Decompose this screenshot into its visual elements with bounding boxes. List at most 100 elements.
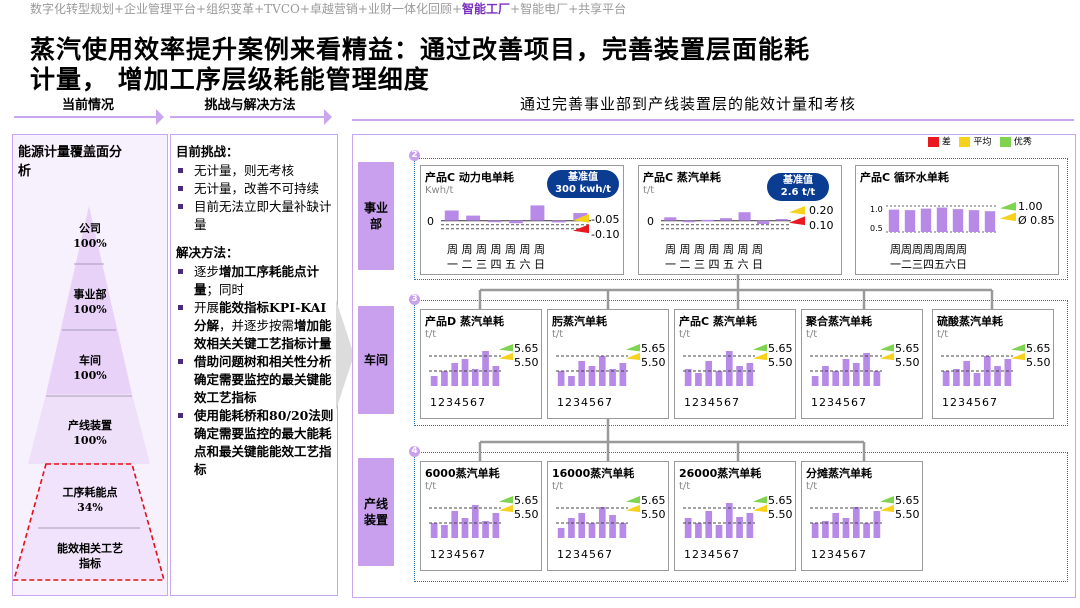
card-unit: t/t (806, 481, 818, 492)
level-name: 工序耗能点 (62, 486, 118, 499)
card-workshop-5[interactable]: 硫酸蒸汽单耗 t/t 5.65 5.50 1234567 (932, 309, 1054, 419)
baseline-value: 2.6 t/t (780, 187, 816, 198)
level-name: 产线装置 (68, 419, 112, 432)
threshold-upper: -0.05 (591, 213, 620, 226)
chart-bar (461, 518, 469, 538)
threshold-upper: 5.65 (641, 342, 666, 355)
card-line-1[interactable]: 6000蒸汽单耗 t/t 5.65 5.50 1234567 (420, 461, 542, 571)
chart-bar (705, 511, 713, 538)
chart-bar (682, 220, 695, 223)
card-unit: t/t (552, 329, 564, 340)
item-text: ；同时 (206, 282, 245, 297)
pyramid-level-line: 产线装置 100% (50, 418, 130, 448)
card-division-water[interactable]: 产品C 循环水单耗 1.0 0.5 1.00 Ø 0.85 周周周周周周周 一二… (855, 165, 1059, 275)
card-workshop-1[interactable]: 产品D 蒸汽单耗 t/t 5.65 5.50 1234567 (420, 309, 542, 419)
level-value: 100% (73, 369, 107, 382)
level-name: 能效相关工艺指标 (57, 542, 123, 570)
bar-chart (556, 507, 628, 538)
threshold-lower: 5.50 (895, 508, 920, 521)
level-name: 公司 (79, 222, 101, 235)
item-text: 开展 (194, 300, 220, 315)
row-badge-2: 2 (409, 150, 420, 161)
breadcrumb-text: 数字化转型规划+企业管理平台+组织变革+TVCO+卓越营销+业财一体化回顾+ (30, 2, 463, 16)
chart-bar (451, 363, 459, 386)
indicator-triangle (789, 216, 805, 226)
breadcrumb-current[interactable]: 智能工厂 (462, 2, 510, 16)
indicator-triangle (880, 496, 894, 504)
status-indicator (1000, 202, 1016, 222)
chart-bar (775, 219, 788, 221)
indicator-triangle (789, 206, 805, 215)
axis-zero: 0 (427, 215, 434, 228)
card-line-2[interactable]: 16000蒸汽单耗 t/t 5.65 5.50 1234567 (547, 461, 669, 571)
chart-bar (609, 369, 616, 386)
pyramid-level-company: 公司 100% (50, 221, 130, 251)
card-title: 硫酸蒸汽单耗 (937, 315, 1003, 328)
card-unit: Kwh/t (425, 185, 454, 196)
card-title: 6000蒸汽单耗 (425, 467, 500, 480)
list-item: 借助问题树和相关性分析确定需要监控的最关键能效工艺指标 (176, 353, 336, 407)
tab-current: 当前情况 (14, 96, 164, 125)
threshold-lower: 0.10 (809, 219, 834, 232)
chart-bar (736, 366, 743, 386)
chart-bar (968, 210, 980, 232)
chart-bar (936, 207, 948, 232)
card-division-steam[interactable]: 产品C 蒸汽单耗 t/t 基准值 2.6 t/t 0 0.20 0.10 周 周 … (638, 165, 842, 275)
list-item: 逐步增加工序耗能点计量；同时 (176, 263, 336, 299)
card-line-3[interactable]: 26000蒸汽单耗 t/t 5.65 5.50 1234567 (674, 461, 796, 571)
chart-bar (963, 361, 971, 386)
card-workshop-2[interactable]: 肟蒸汽单耗 t/t 5.65 5.50 1234567 (547, 309, 669, 419)
tab-current-label: 当前情况 (61, 98, 114, 113)
indicator-triangle (499, 344, 513, 352)
level-value: 100% (73, 434, 107, 447)
threshold-upper: 5.65 (895, 342, 920, 355)
chart-bar (719, 218, 733, 221)
challenge-list: 无计量，则无考核 无计量，改善不可持续 目前无法立即大量补缺计量 (176, 162, 336, 234)
chart-bar (487, 220, 502, 223)
day-labels-2: 一 二 三 四 五 六 日 (447, 258, 545, 271)
indicator-triangle (573, 224, 589, 234)
indicator-triangle (1000, 212, 1016, 222)
bar-chart (683, 351, 755, 386)
card-division-power[interactable]: 产品C 动力电单耗 Kwh/t 基准值 300 kwh/t 0 -0.05 -0.… (420, 165, 624, 275)
level-value: 100% (73, 237, 107, 250)
card-title: 聚合蒸汽单耗 (806, 315, 872, 328)
list-item: 使用能耗桥和80/20法则确定需要监控的最大能耗点和最关键能能效工艺指标 (176, 407, 336, 479)
pyramid-level-kpi: 能效相关工艺指标 (56, 541, 124, 571)
day-labels: 1234567 (684, 548, 740, 561)
card-unit: t/t (425, 329, 437, 340)
indicator-triangle (753, 344, 767, 352)
item-text: 逐步 (194, 264, 220, 279)
chart-bar (664, 217, 677, 221)
chart-bar (451, 511, 459, 538)
threshold-upper: 1.00 (1018, 200, 1043, 213)
threshold-lower: Ø 0.85 (1018, 214, 1055, 227)
chart-bar (842, 359, 850, 386)
card-line-4[interactable]: 分摊蒸汽单耗 t/t 5.65 5.50 1234567 (801, 461, 923, 571)
chart-bar (482, 521, 489, 538)
threshold-upper: 0.20 (809, 204, 834, 217)
item-text: ，并逐步按需 (219, 318, 295, 333)
row-label-line: 产线装置 (358, 458, 394, 566)
list-item: 无计量，改善不可持续 (176, 180, 336, 198)
chart-bar (811, 376, 819, 386)
threshold-upper: 5.65 (768, 342, 793, 355)
day-labels: 1234567 (811, 548, 867, 561)
indicator-triangle (499, 352, 513, 361)
status-indicator (880, 344, 894, 361)
legend-avg: 平均 (973, 137, 992, 148)
tick-label: 1.0 (870, 205, 883, 214)
day-labels: 周周周周周周周 (890, 243, 967, 256)
chart-bar (441, 525, 448, 538)
baseline-value: 300 kwh/t (555, 184, 611, 195)
card-workshop-4[interactable]: 聚合蒸汽单耗 t/t 5.65 5.50 1234567 (801, 309, 923, 419)
chart-bar (863, 523, 870, 538)
chart-bar (619, 363, 627, 386)
bar-chart (810, 507, 882, 538)
legend-avg-swatch (959, 137, 971, 147)
list-item: 无计量，则无考核 (176, 162, 336, 180)
chart-bar (942, 371, 950, 386)
axis-zero: 0 (647, 215, 654, 228)
card-workshop-3[interactable]: 产品C 蒸汽单耗 t/t 5.65 5.50 1234567 (674, 309, 796, 419)
day-labels: 1234567 (811, 396, 867, 409)
